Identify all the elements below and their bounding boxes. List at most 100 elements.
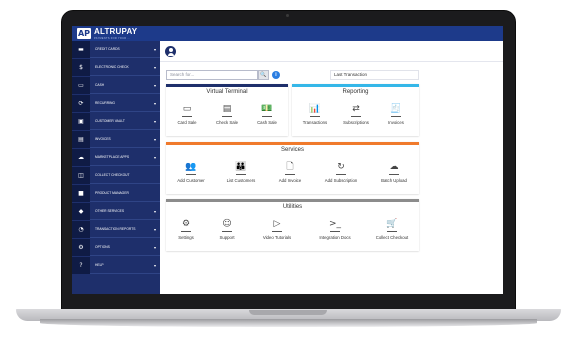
chart-icon: ◔: [72, 220, 90, 238]
sidebar-item-label: Invoices: [95, 137, 111, 141]
last-transaction-field[interactable]: Last Transaction: [330, 70, 419, 80]
sidebar-item-marketplace-apps[interactable]: ☁ Marketplace Apps ▾: [72, 148, 160, 166]
refresh-icon: ⇄: [352, 104, 360, 114]
laptop-base-shadow: [40, 319, 537, 327]
video-tutorials-button[interactable]: ▷ Video Tutorials: [257, 219, 297, 240]
check-sale-icon: ▤: [222, 104, 232, 114]
panel-accent-bar: [292, 84, 419, 87]
chevron-down-icon: ▾: [153, 118, 156, 124]
sidebar-item-label: Collect Checkout: [95, 173, 130, 177]
support-button[interactable]: ☺ Support: [207, 219, 247, 240]
divider: [186, 174, 196, 175]
chevron-down-icon: ▾: [153, 82, 156, 88]
panel-accent-bar: [166, 84, 288, 87]
integration-docs-button[interactable]: >_ Integration Docs: [315, 219, 355, 240]
dollar-icon: $: [72, 58, 90, 76]
divider: [391, 116, 401, 117]
list-customers-button[interactable]: 👪 List Customers: [221, 162, 261, 183]
chevron-down-icon: ▾: [153, 154, 156, 160]
add-customer-icon: 👥: [185, 162, 197, 172]
tile-label: Add Subscription: [324, 178, 358, 183]
add-invoice-button[interactable]: 🗋 Add Invoice: [270, 162, 310, 183]
tile-label: List Customers: [226, 178, 256, 183]
sidebar-item-label: Transaction Reports: [95, 227, 136, 231]
main-content: Search for... 🔍 i Last Transaction Virtu…: [160, 41, 503, 294]
sidebar-item-credit-cards[interactable]: ▬ Credit Cards ▾: [72, 40, 160, 58]
settings-button[interactable]: ⚙ Settings: [166, 219, 206, 240]
sidebar-item-collect-checkout[interactable]: ◫ Collect Checkout: [72, 166, 160, 184]
collect-checkout-button[interactable]: 🛒 Collect Checkout: [372, 219, 412, 240]
top-bar: AP ALTRUPAY PAYMENTS FOR YOUR ...: [72, 26, 503, 41]
info-icon[interactable]: i: [272, 71, 280, 79]
divider: [389, 174, 399, 175]
tile-label: Check Sale: [216, 120, 238, 125]
check-sale-button[interactable]: ▤ Check Sale: [207, 104, 247, 125]
laptop-notch: [249, 310, 327, 315]
transactions-button[interactable]: 📊 Transactions: [295, 104, 335, 125]
chevron-down-icon: ▾: [153, 226, 156, 232]
panel-title: Utilities: [282, 204, 303, 210]
video-icon: ▷: [273, 219, 281, 229]
tile-label: Integration Docs: [319, 235, 351, 240]
chevron-down-icon: ▾: [153, 136, 156, 142]
sidebar-item-label: Customer Vault: [95, 119, 125, 123]
panel-accent-bar: [166, 199, 419, 202]
sidebar-item-cash[interactable]: ▭ Cash ▾: [72, 76, 160, 94]
invoice-icon: ▤: [72, 130, 90, 148]
subscriptions-button[interactable]: ⇄ Subscriptions: [336, 104, 376, 125]
sidebar-item-label: Credit Cards: [95, 47, 120, 51]
add-subscription-button[interactable]: ↻ Add Subscription: [321, 162, 361, 183]
sidebar-item-recurring[interactable]: ⟳ Recurring ▾: [72, 94, 160, 112]
divider: [262, 116, 272, 117]
avatar[interactable]: [165, 46, 176, 57]
cash-icon: ▭: [72, 76, 90, 94]
cloud-upload-icon: ☁: [389, 162, 399, 172]
sidebar-item-help[interactable]: ? Help ▾: [72, 256, 160, 274]
settings-icon: ⚙: [181, 219, 191, 229]
tile-label: Invoices: [388, 120, 404, 125]
cash-sale-button[interactable]: 💵 Cash Sale: [247, 104, 287, 125]
search-input[interactable]: Search for...: [166, 70, 258, 80]
batch-upload-button[interactable]: ☁ Batch Upload: [374, 162, 414, 183]
tile-label: Card Sale: [177, 120, 197, 125]
sidebar-item-electronic-check[interactable]: $ Electronic Check ▾: [72, 58, 160, 76]
tile-label: Add Invoice: [278, 178, 302, 183]
divider: [310, 116, 320, 117]
search-icon[interactable]: 🔍: [258, 70, 269, 80]
divider: [285, 174, 295, 175]
services-panel: Services 👥 Add Customer 👪 List Customers…: [166, 142, 419, 194]
webcam: [286, 14, 289, 17]
bar-chart-icon: 📊: [309, 104, 321, 114]
recurring-icon: ⟳: [72, 94, 90, 112]
app-screen: AP ALTRUPAY PAYMENTS FOR YOUR ... ▬ Cred…: [72, 26, 503, 294]
add-customer-button[interactable]: 👥 Add Customer: [171, 162, 211, 183]
tile-label: Subscriptions: [343, 120, 369, 125]
invoices-button[interactable]: 🧾 Invoices: [376, 104, 416, 125]
divider: [351, 116, 361, 117]
card-icon: ▬: [72, 40, 90, 58]
tile-label: Video Tutorials: [262, 235, 292, 240]
panel-title: Virtual Terminal: [206, 89, 248, 95]
sidebar-item-label: Help: [95, 263, 104, 267]
divider: [387, 231, 397, 232]
chevron-down-icon: ▾: [153, 46, 156, 52]
sidebar-item-invoices[interactable]: ▤ Invoices ▾: [72, 130, 160, 148]
logo-icon[interactable]: AP: [77, 28, 91, 39]
divider: [236, 174, 246, 175]
divider: [181, 231, 191, 232]
box-icon: ■: [72, 184, 90, 202]
sidebar-item-customer-vault[interactable]: ▣ Customer Vault ▾: [72, 112, 160, 130]
invoice-doc-icon: 🧾: [390, 104, 402, 114]
panel-accent-bar: [166, 142, 419, 145]
sidebar-item-product-manager[interactable]: ■ Product Manager: [72, 184, 160, 202]
panel-title: Services: [280, 147, 304, 153]
sidebar-item-other-services[interactable]: ◆ Other Services ▾: [72, 202, 160, 220]
card-sale-button[interactable]: ▭ Card Sale: [167, 104, 207, 125]
sidebar-item-label: Electronic Check: [95, 65, 129, 69]
sidebar-item-label: Cash: [95, 83, 105, 87]
sidebar-item-transaction-reports[interactable]: ◔ Transaction Reports ▾: [72, 220, 160, 238]
logo[interactable]: ALTRUPAY PAYMENTS FOR YOUR ...: [94, 27, 137, 40]
sidebar-item-label: Marketplace Apps: [95, 155, 130, 159]
sidebar-item-options[interactable]: ⚙ Options ▾: [72, 238, 160, 256]
sidebar-item-label: Options: [95, 245, 110, 249]
